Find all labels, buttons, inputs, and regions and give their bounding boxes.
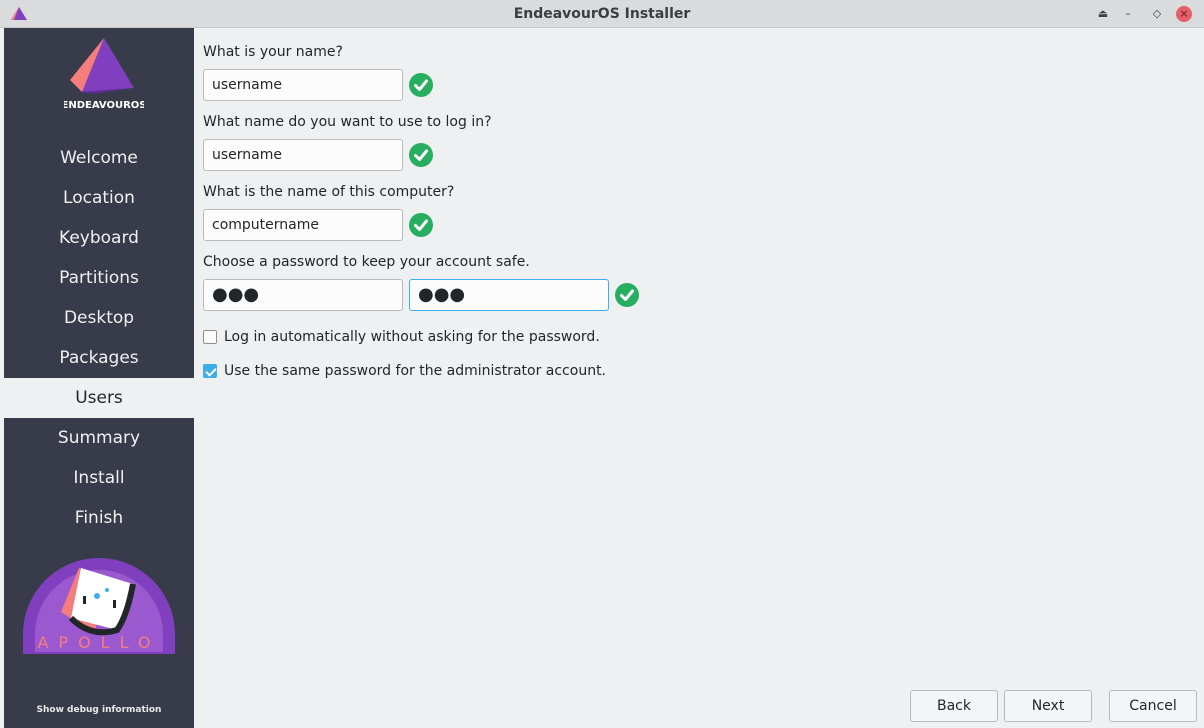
step-summary: Summary bbox=[57, 428, 141, 448]
step-keyboard: Keyboard bbox=[59, 228, 139, 248]
step-install: Install bbox=[73, 468, 125, 488]
users-page: What is your name? username What name do… bbox=[194, 28, 1204, 728]
login-label: What name do you want to use to log in? bbox=[203, 114, 492, 130]
password-confirm-input[interactable]: ●●● bbox=[409, 279, 609, 311]
cancel-button[interactable]: Cancel bbox=[1109, 690, 1197, 722]
maximize-button[interactable]: ◇ bbox=[1148, 5, 1166, 23]
window-title: EndeavourOS Installer bbox=[513, 6, 691, 22]
step-users: Users bbox=[4, 378, 194, 418]
next-button[interactable]: Next bbox=[1004, 690, 1092, 722]
apollo-badge-text: APOLLO bbox=[37, 633, 160, 652]
hostname-label: What is the name of this computer? bbox=[203, 184, 455, 200]
login-name-input[interactable]: username bbox=[203, 139, 403, 171]
check-circle-icon bbox=[409, 73, 433, 97]
installer-sidebar: ENDEAVOUROS Welcome Location Keyboard Pa… bbox=[4, 28, 194, 728]
step-list: Welcome Location Keyboard Partitions Des… bbox=[4, 138, 194, 538]
password-label: Choose a password to keep your account s… bbox=[203, 254, 530, 270]
minimize-button[interactable]: – bbox=[1119, 5, 1137, 23]
endeavouros-logo: ENDEAVOUROS bbox=[64, 38, 144, 111]
check-circle-icon bbox=[409, 213, 433, 237]
step-packages: Packages bbox=[59, 348, 139, 368]
hostname-input[interactable]: computername bbox=[203, 209, 403, 241]
full-name-input[interactable]: username bbox=[203, 69, 403, 101]
step-finish: Finish bbox=[74, 508, 124, 528]
check-circle-icon bbox=[615, 283, 639, 307]
check-circle-icon bbox=[409, 143, 433, 167]
same-admin-password-checkbox[interactable] bbox=[203, 364, 217, 378]
autologin-checkbox[interactable] bbox=[203, 330, 217, 344]
step-location: Location bbox=[63, 188, 135, 208]
back-button[interactable]: Back bbox=[910, 690, 998, 722]
debug-info-button[interactable]: Show debug information bbox=[4, 705, 194, 715]
window-titlebar: EndeavourOS Installer ⏏ – ◇ × bbox=[0, 0, 1204, 28]
apollo-badge: APOLLO bbox=[23, 558, 175, 654]
name-label: What is your name? bbox=[203, 44, 343, 60]
autologin-label: Log in automatically without asking for … bbox=[224, 329, 600, 345]
step-partitions: Partitions bbox=[59, 268, 139, 288]
close-button[interactable]: × bbox=[1176, 6, 1192, 22]
step-desktop: Desktop bbox=[63, 308, 135, 328]
password-input[interactable]: ●●● bbox=[203, 279, 403, 311]
logo-wordmark: ENDEAVOUROS bbox=[64, 100, 144, 111]
step-welcome: Welcome bbox=[60, 148, 138, 168]
same-admin-password-label: Use the same password for the administra… bbox=[224, 363, 607, 379]
keep-above-button[interactable]: ⏏ bbox=[1094, 5, 1112, 23]
